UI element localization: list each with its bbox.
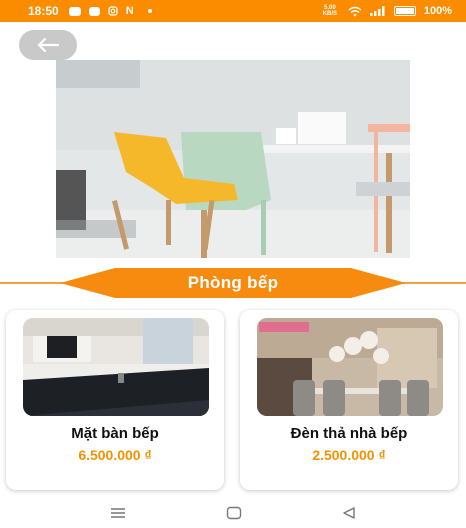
product-name: Đèn thả nhà bếp [290, 425, 408, 442]
product-price: 6.500.000 ₫ [78, 447, 152, 463]
product-card[interactable]: Đèn thả nhà bếp 2.500.000 ₫ [240, 310, 458, 490]
signal-icon [369, 6, 385, 16]
home-icon[interactable] [226, 506, 242, 520]
system-nav-bar [0, 498, 466, 528]
back-button[interactable] [19, 30, 77, 60]
arrow-left-icon [37, 38, 59, 52]
product-image [257, 318, 443, 416]
status-bar: 18:50 N 5.00 KB/S 100% [0, 0, 466, 22]
status-right: 5.00 KB/S 100% [320, 5, 452, 17]
back-triangle-icon[interactable] [342, 506, 356, 520]
instagram-icon [108, 6, 118, 16]
notification-icons: N [68, 5, 152, 17]
product-price: 2.500.000 ₫ [312, 447, 386, 463]
product-name: Mặt bàn bếp [71, 425, 159, 442]
menu-icon[interactable] [110, 507, 126, 519]
category-title: Phòng bếp [187, 273, 279, 292]
battery-level: 100% [423, 5, 452, 17]
wifi-icon [348, 6, 362, 16]
product-card[interactable]: Mặt bàn bếp 6.500.000 ₫ [6, 310, 224, 490]
product-image [23, 318, 209, 416]
status-time: 18:50 [28, 4, 59, 18]
n-icon: N [125, 5, 134, 17]
network-speed: 5.00 KB/S [322, 5, 338, 17]
hero-image [56, 60, 410, 258]
messenger-icon [68, 6, 81, 16]
chat-icon [88, 6, 100, 16]
dot-icon [147, 9, 152, 13]
battery-icon [393, 6, 416, 16]
